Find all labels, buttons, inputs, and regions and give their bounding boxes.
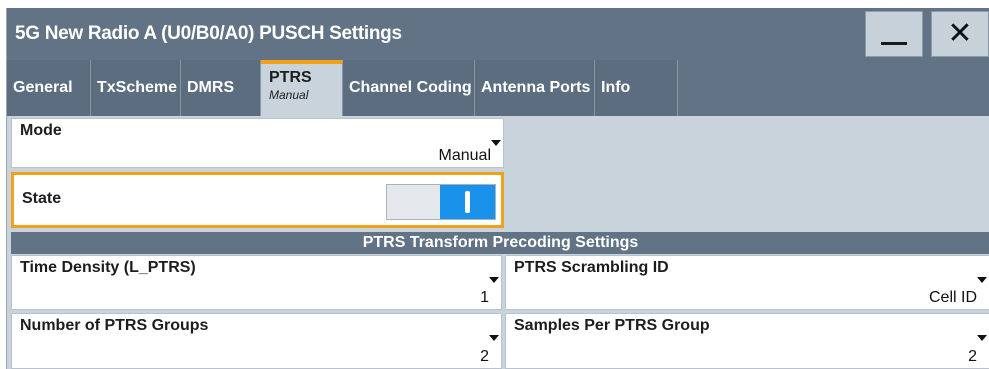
tab-label: Info xyxy=(601,79,631,96)
tab-label: TxScheme xyxy=(97,79,178,96)
tab-label: DMRS xyxy=(187,79,235,96)
tab-dmrs[interactable]: DMRS xyxy=(181,60,261,116)
time-density-dropdown[interactable]: Time Density (L_PTRS) 1 xyxy=(11,255,502,310)
title-bar: 5G New Radio A (U0/B0/A0) PUSCH Settings… xyxy=(7,8,989,60)
num-groups-dropdown[interactable]: Number of PTRS Groups 2 xyxy=(11,313,502,369)
tab-txscheme[interactable]: TxScheme xyxy=(91,60,181,116)
close-button[interactable]: ✕ xyxy=(931,11,989,57)
time-density-label: Time Density (L_PTRS) xyxy=(20,259,196,276)
dropdown-arrow-icon xyxy=(977,335,987,341)
state-row: State xyxy=(11,172,504,228)
state-toggle[interactable] xyxy=(386,184,496,220)
window-title: 5G New Radio A (U0/B0/A0) PUSCH Settings xyxy=(15,23,402,44)
dropdown-arrow-icon xyxy=(489,335,499,341)
dropdown-arrow-icon xyxy=(977,277,987,283)
tab-label: PTRS xyxy=(269,69,312,86)
section-header: PTRS Transform Precoding Settings xyxy=(11,232,989,254)
tab-info[interactable]: Info xyxy=(595,60,678,116)
tab-label: General xyxy=(13,79,73,96)
scrambling-id-dropdown[interactable]: PTRS Scrambling ID Cell ID xyxy=(505,255,989,310)
tab-antenna-ports[interactable]: Antenna Ports xyxy=(475,60,595,116)
minimize-icon xyxy=(881,41,907,45)
dropdown-arrow-icon xyxy=(491,140,501,146)
time-density-value: 1 xyxy=(480,289,489,306)
toggle-on-icon xyxy=(465,191,470,213)
minimize-button[interactable] xyxy=(865,11,923,57)
toggle-on-indicator xyxy=(440,185,495,219)
samples-per-group-label: Samples Per PTRS Group xyxy=(514,317,710,334)
mode-dropdown[interactable]: Mode Manual xyxy=(11,118,504,168)
scrambling-id-value: Cell ID xyxy=(928,289,977,306)
tab-channel-coding[interactable]: Channel Coding xyxy=(343,60,475,116)
tab-label: Antenna Ports xyxy=(481,79,591,96)
pusch-settings-window: 5G New Radio A (U0/B0/A0) PUSCH Settings… xyxy=(6,8,989,369)
mode-value: Manual xyxy=(438,147,491,164)
tab-bar: General TxScheme DMRS PTRS Manual Channe… xyxy=(7,60,989,116)
num-groups-value: 2 xyxy=(480,348,489,365)
scrambling-id-label: PTRS Scrambling ID xyxy=(514,259,669,276)
tab-ptrs[interactable]: PTRS Manual xyxy=(261,60,343,116)
state-label: State xyxy=(22,190,62,207)
samples-per-group-value: 2 xyxy=(968,348,977,365)
dropdown-arrow-icon xyxy=(489,277,499,283)
close-icon: ✕ xyxy=(947,17,973,50)
samples-per-group-dropdown[interactable]: Samples Per PTRS Group 2 xyxy=(505,313,989,369)
tab-label: Channel Coding xyxy=(349,79,472,96)
tab-sublabel: Manual xyxy=(269,88,309,102)
tab-general[interactable]: General xyxy=(7,60,91,116)
mode-label: Mode xyxy=(20,122,62,139)
num-groups-label: Number of PTRS Groups xyxy=(20,317,209,334)
